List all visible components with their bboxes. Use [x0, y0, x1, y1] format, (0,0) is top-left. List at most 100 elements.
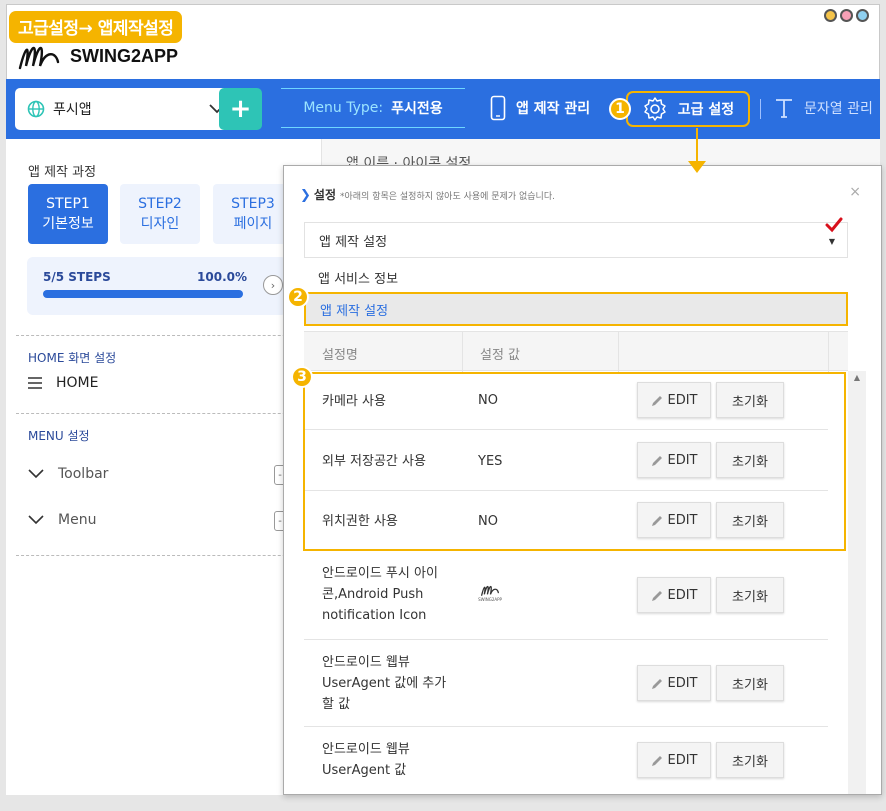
edit-button[interactable]: EDIT: [637, 502, 711, 538]
sidebar-divider: [16, 555, 316, 556]
menu-section-heading: MENU 설정: [28, 429, 90, 443]
dropdown-option-service-info[interactable]: 앱 서비스 정보: [304, 260, 848, 294]
setting-name: 외부 저장공간 사용: [322, 454, 426, 469]
app-select-dropdown[interactable]: 푸시앱: [15, 88, 237, 130]
edit-button[interactable]: EDIT: [637, 382, 711, 418]
reset-button[interactable]: 초기화: [716, 742, 784, 778]
sidebar-divider: [16, 335, 316, 336]
brand-logo[interactable]: SWING2APP: [16, 40, 178, 72]
settings-category-value: 앱 제작 설정: [319, 234, 388, 250]
menu-type-key: Menu Type:: [303, 100, 384, 116]
smartphone-icon: [490, 95, 506, 121]
step-1-tab[interactable]: STEP1 기본정보: [28, 184, 108, 244]
sidebar-item-toolbar-label: Toolbar: [58, 466, 109, 482]
reset-button[interactable]: 초기화: [716, 577, 784, 613]
pencil-icon: [651, 590, 662, 601]
globe-icon: [27, 100, 45, 118]
panel-note: *아래의 항목은 설정하지 않아도 사용에 문제가 없습니다.: [340, 192, 555, 202]
pencil-icon: [651, 755, 662, 766]
pencil-icon: [651, 395, 662, 406]
setting-name: 안드로이드 웹뷰 UserAgent 값: [322, 742, 410, 778]
edit-button[interactable]: EDIT: [637, 577, 711, 613]
setting-value: NO: [478, 393, 498, 408]
setting-name: 안드로이드 푸시 아이콘,Android Push notification I…: [322, 566, 438, 623]
step-badge-2: 2: [287, 286, 309, 308]
pencil-icon: [651, 455, 662, 466]
progress-percent: 100.0%: [197, 270, 247, 284]
sidebar-item-menu[interactable]: Menu: [28, 512, 96, 528]
gear-icon: [644, 97, 666, 121]
hamburger-icon: [28, 377, 42, 389]
edit-button[interactable]: EDIT: [637, 442, 711, 478]
edit-button[interactable]: EDIT: [637, 665, 711, 701]
sidebar-item-home[interactable]: HOME: [28, 375, 98, 391]
table-row: 안드로이드 웹뷰 UserAgent 값 EDIT 초기화: [304, 727, 828, 794]
caret-down-icon: ▼: [828, 237, 835, 246]
reset-button[interactable]: 초기화: [716, 502, 784, 538]
col-setting-name: 설정명: [322, 348, 358, 363]
step-3-tab[interactable]: STEP3 페이지: [213, 184, 293, 244]
sidebar-item-home-label: HOME: [56, 375, 99, 391]
step-2-line1: STEP2: [138, 196, 182, 212]
edit-button[interactable]: EDIT: [637, 742, 711, 778]
table-row: 외부 저장공간 사용 YES EDIT 초기화: [304, 430, 828, 491]
settings-category-select[interactable]: 앱 제작 설정 ▼: [304, 217, 848, 258]
col-setting-value: 설정 값: [480, 348, 521, 363]
add-app-button[interactable]: +: [219, 88, 262, 130]
menu-type-value: 푸시전용: [391, 101, 443, 117]
window-controls: [824, 9, 869, 22]
window-dot-blue[interactable]: [856, 9, 869, 22]
edit-button-label: EDIT: [667, 392, 698, 408]
chevron-right-circle-icon[interactable]: ›: [263, 275, 283, 295]
col-divider: [828, 332, 829, 372]
setting-name: 위치권한 사용: [322, 514, 398, 529]
scroll-up-arrow-icon[interactable]: ▲: [848, 373, 866, 382]
edit-button-label: EDIT: [667, 587, 698, 603]
edit-button-label: EDIT: [667, 675, 698, 691]
setting-value: YES: [478, 454, 503, 469]
text-t-icon: [776, 99, 792, 118]
nav-string-manage[interactable]: 문자열 관리: [774, 88, 873, 128]
home-section-heading: HOME 화면 설정: [28, 351, 117, 365]
step-2-tab[interactable]: STEP2 디자인: [120, 184, 200, 244]
step-1-line1: STEP1: [46, 196, 90, 212]
nav-app-manage[interactable]: 앱 제작 관리: [490, 88, 590, 128]
progress-label: 5/5 STEPS: [43, 270, 111, 284]
top-navbar: 푸시앱 + Menu Type: 푸시전용 앱 제작 관리 고급 설정 문자열 …: [6, 79, 880, 139]
swing-logo-icon: [481, 585, 499, 596]
sidebar-item-toolbar[interactable]: Toolbar: [28, 466, 108, 482]
table-row: 안드로이드 웹뷰 UserAgent 값에 추가할 값 EDIT 초기화: [304, 640, 828, 727]
progress-bar-fill: [43, 290, 243, 298]
progress-card: 5/5 STEPS 100.0% ›: [27, 257, 287, 315]
reset-button[interactable]: 초기화: [716, 382, 784, 418]
dropdown-option-app-build[interactable]: 앱 제작 설정: [304, 292, 848, 326]
settings-panel: ❯ 설정 *아래의 항목은 설정하지 않아도 사용에 문제가 없습니다. × 앱 제…: [283, 165, 882, 795]
menu-type-indicator: Menu Type: 푸시전용: [281, 88, 465, 128]
close-icon[interactable]: ×: [849, 184, 861, 200]
step-2-line2: 디자인: [140, 216, 180, 232]
edit-button-label: EDIT: [667, 752, 698, 768]
table-row: 안드로이드 푸시 아이콘,Android Push notification I…: [304, 550, 828, 640]
table-scrollbar[interactable]: ▲: [848, 371, 866, 794]
nav-string-manage-label: 문자열 관리: [804, 101, 873, 117]
step-badge-1: 1: [609, 98, 631, 120]
chevron-down-icon: [28, 515, 44, 525]
reset-button[interactable]: 초기화: [716, 665, 784, 701]
sidebar-item-menu-label: Menu: [58, 512, 97, 528]
brand-name: SWING2APP: [70, 45, 179, 66]
reset-button[interactable]: 초기화: [716, 442, 784, 478]
nav-advanced-settings[interactable]: 고급 설정: [626, 91, 750, 127]
chevron-right-icon: ❯: [300, 188, 311, 203]
pencil-icon: [651, 515, 662, 526]
window-dot-yellow[interactable]: [824, 9, 837, 22]
edit-button-label: EDIT: [667, 512, 698, 528]
step-1-line2: 기본정보: [42, 216, 94, 232]
panel-title: ❯ 설정 *아래의 항목은 설정하지 않아도 사용에 문제가 없습니다.: [300, 186, 555, 203]
guide-title-callout: 고급설정→ 앱제작설정: [9, 11, 183, 43]
panel-title-text: 설정: [313, 188, 336, 202]
process-title: 앱 제작 과정: [28, 165, 97, 180]
table-row: 카메라 사용 NO EDIT 초기화: [304, 371, 828, 430]
window-dot-pink[interactable]: [840, 9, 853, 22]
col-divider: [618, 332, 619, 372]
step-3-line1: STEP3: [231, 196, 275, 212]
